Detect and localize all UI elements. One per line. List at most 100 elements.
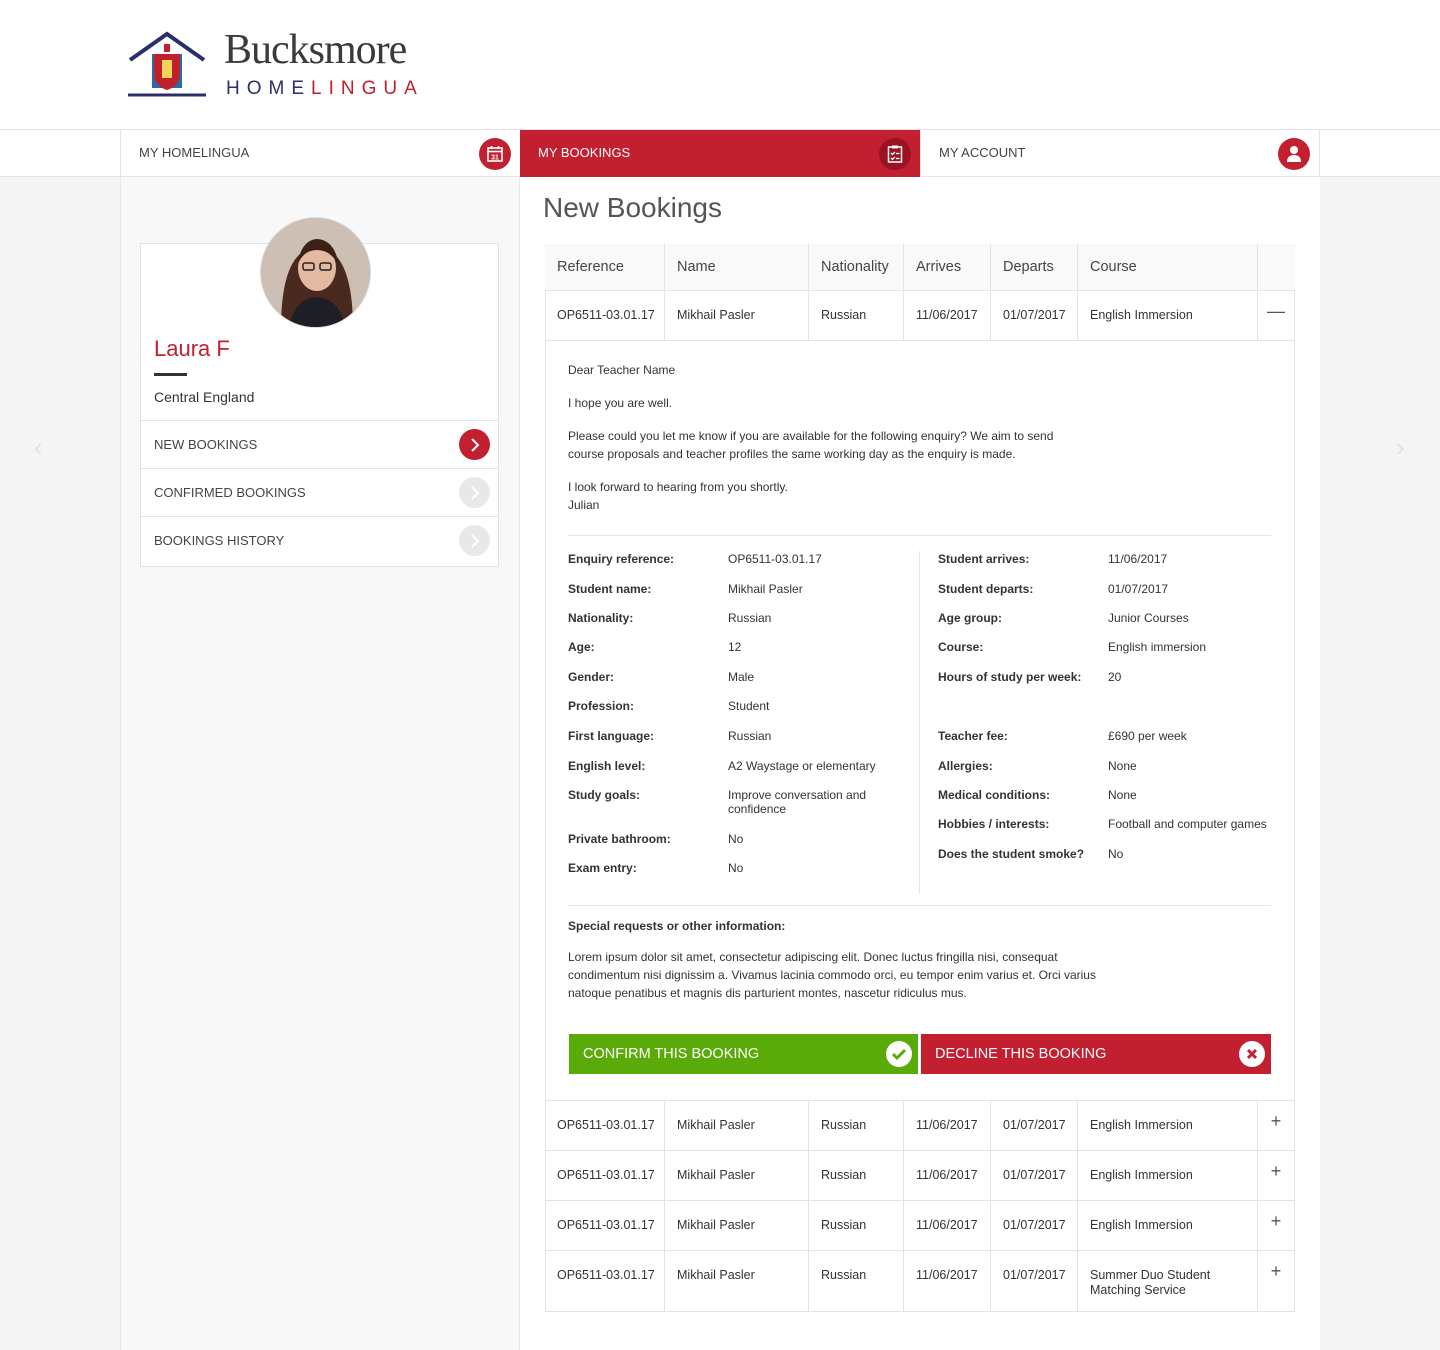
detail-value: Russian <box>728 611 772 625</box>
detail-label: Teacher fee: <box>938 729 1008 743</box>
cell-departs: 01/07/2017 <box>990 1251 1077 1311</box>
column-header-arrives[interactable]: Arrives <box>903 244 990 291</box>
detail-label: Course: <box>938 640 984 654</box>
sidebar-item-confirmed-bookings[interactable]: Confirmed Bookings <box>141 468 498 516</box>
sidebar-item-label: Confirmed Bookings <box>154 485 306 500</box>
close-icon <box>1239 1041 1265 1067</box>
detail-value: None <box>1108 788 1137 802</box>
column-header-departs[interactable]: Departs <box>990 244 1077 291</box>
divider <box>568 905 1271 906</box>
expand-icon[interactable]: + <box>1257 1251 1294 1311</box>
cell-arrives: 11/06/2017 <box>903 1151 990 1201</box>
cell-reference: OP6511-03.01.17 <box>557 1118 655 1132</box>
chevron-right-icon[interactable]: › <box>1396 432 1405 463</box>
detail-label: Age: <box>568 640 595 654</box>
column-header-nationality[interactable]: Nationality <box>808 244 903 291</box>
logo-lingua-text: LINGUA <box>311 78 424 99</box>
page-title: New Bookings <box>543 192 722 223</box>
column-header-course[interactable]: Course <box>1077 244 1257 291</box>
detail-value: Russian <box>728 729 772 743</box>
page-gutter-right <box>1320 177 1440 1350</box>
profile-name: Laura F <box>154 336 230 361</box>
detail-value: Mikhail Pasler <box>728 582 803 596</box>
table-row[interactable]: OP6511-03.01.17 Mikhail Pasler Russian 11/0… <box>545 1100 1295 1151</box>
detail-value: Football and computer games <box>1108 817 1267 831</box>
nav-my-homelingua[interactable]: My HomeLingua 31 <box>120 130 520 177</box>
logo-wordmark-bucksmore: Bucksmore <box>224 27 407 73</box>
avatar <box>260 217 371 328</box>
profile-divider <box>154 373 187 376</box>
letter-line: I look forward to hearing from you short… <box>568 480 788 494</box>
nav-label: My HomeLingua <box>139 145 250 160</box>
cell-course: English Immersion <box>1077 1151 1257 1201</box>
expand-icon[interactable]: + <box>1257 1101 1294 1151</box>
table-row[interactable]: OP6511-03.01.17 Mikhail Pasler Russian 11/0… <box>545 1250 1295 1311</box>
detail-label: Medical conditions: <box>938 788 1051 802</box>
cell-arrives: 11/06/2017 <box>903 1101 990 1151</box>
nav-label: My Account <box>939 145 1026 160</box>
chevron-right-icon <box>459 429 490 460</box>
cell-departs: 01/07/2017 <box>990 1151 1077 1201</box>
detail-label: Student arrives: <box>938 552 1030 566</box>
detail-label: Student name: <box>568 582 652 596</box>
detail-value: 11/06/2017 <box>1108 552 1168 566</box>
chevron-right-icon <box>459 525 490 556</box>
table-row[interactable]: OP6511-03.01.17 Mikhail Pasler Russian 11/0… <box>545 1200 1295 1251</box>
chevron-right-icon <box>459 477 490 508</box>
decline-booking-button[interactable]: Decline this booking <box>921 1034 1271 1074</box>
table-row[interactable]: OP6511-03.01.17 Mikhail Pasler Russian 11/0… <box>545 1150 1295 1201</box>
bucksmore-logo[interactable]: Bucksmore HOMELINGUA <box>128 27 428 100</box>
column-header-reference[interactable]: Reference <box>545 244 664 291</box>
page-gutter-left <box>0 177 120 1350</box>
detail-value: Student <box>728 699 770 713</box>
detail-label: Nationality: <box>568 611 634 625</box>
detail-label: Does the student smoke? <box>938 847 1085 861</box>
detail-value: 12 <box>728 640 742 654</box>
detail-value: No <box>728 832 744 846</box>
column-header-name[interactable]: Name <box>664 244 809 291</box>
nav-my-account[interactable]: My Account <box>920 130 1320 177</box>
cell-name: Mikhail Pasler <box>664 1251 809 1311</box>
calendar-icon: 31 <box>479 138 511 170</box>
sidebar-item-new-bookings[interactable]: New Bookings <box>141 420 498 468</box>
table-row-expanded[interactable]: OP6511-03.01.17 Mikhail Pasler Russian 1… <box>545 290 1295 341</box>
cell-nationality: Russian <box>808 1101 903 1151</box>
detail-value: Junior Courses <box>1108 611 1189 625</box>
cell-reference: OP6511-03.01.17 <box>557 1268 655 1282</box>
detail-label: English level: <box>568 759 646 773</box>
user-icon <box>1278 138 1310 170</box>
nav-my-bookings[interactable]: My Bookings <box>520 130 920 177</box>
detail-value: English immersion <box>1108 640 1207 654</box>
collapse-icon[interactable]: — <box>1257 291 1294 341</box>
detail-value: Male <box>728 670 755 684</box>
letter-line: I hope you are well. <box>568 396 673 410</box>
detail-label: Private bathroom: <box>568 832 671 846</box>
expanded-detail-top-border <box>545 340 1295 341</box>
cell-nationality: Russian <box>808 1251 903 1311</box>
sidebar-item-bookings-history[interactable]: Bookings History <box>141 516 498 564</box>
cell-departs: 01/07/2017 <box>990 1201 1077 1251</box>
logo-home-text: HOME <box>226 78 311 99</box>
confirm-booking-button[interactable]: Confirm this booking <box>569 1034 918 1074</box>
detail-label: Hours of study per week: <box>938 670 1082 684</box>
detail-value: No <box>728 861 744 875</box>
chevron-left-icon[interactable]: ‹ <box>34 432 43 463</box>
detail-value: 20 <box>1108 670 1122 684</box>
confirm-booking-label: Confirm this booking <box>583 1046 760 1062</box>
detail-label: Gender: <box>568 670 615 684</box>
detail-label: Student departs: <box>938 582 1034 596</box>
house-crest-icon <box>128 31 206 97</box>
detail-value: OP6511-03.01.17 <box>728 552 822 566</box>
cell-arrives: 11/06/2017 <box>903 1201 990 1251</box>
cell-arrives: 11/06/2017 <box>903 291 990 341</box>
expand-icon[interactable]: + <box>1257 1201 1294 1251</box>
cell-nationality: Russian <box>808 1201 903 1251</box>
cell-course: Summer Duo Student Matching Service <box>1077 1251 1257 1311</box>
cell-name: Mikhail Pasler <box>664 1101 809 1151</box>
cell-course: English Immersion <box>1077 1201 1257 1251</box>
detail-label: Hobbies / interests: <box>938 817 1050 831</box>
expand-icon[interactable]: + <box>1257 1151 1294 1201</box>
cell-nationality: Russian <box>808 1151 903 1201</box>
detail-label: Age group: <box>938 611 1002 625</box>
sidebar-item-label: New Bookings <box>154 437 258 452</box>
